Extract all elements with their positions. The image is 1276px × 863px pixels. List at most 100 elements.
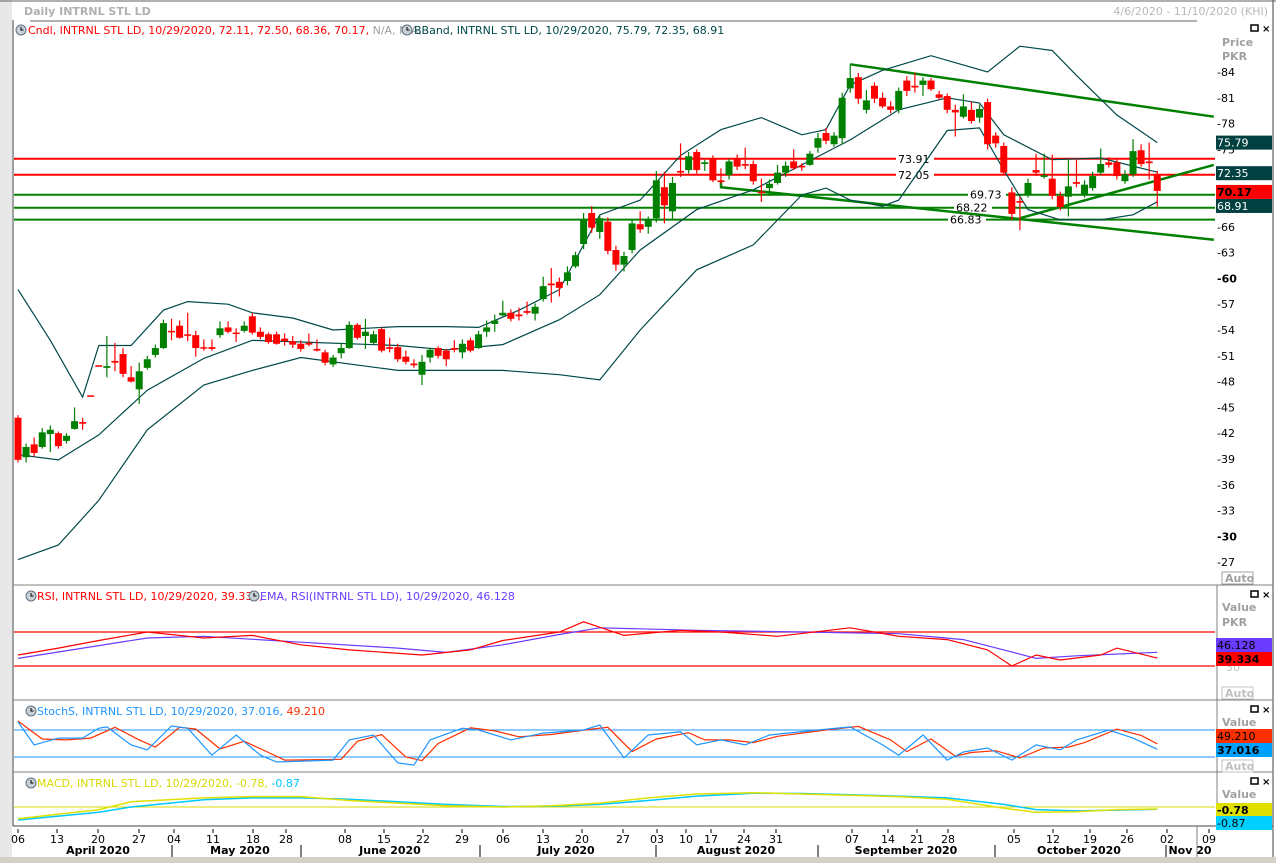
candle-up bbox=[345, 321, 353, 349]
candle-down bbox=[749, 160, 757, 185]
candle-body bbox=[709, 158, 717, 181]
candle-body bbox=[547, 283, 555, 286]
candle-body bbox=[111, 360, 119, 363]
price-tick-label: -36 bbox=[1217, 479, 1235, 492]
x-tick-label: 28 bbox=[279, 833, 293, 846]
close-icon[interactable]: × bbox=[1262, 24, 1270, 35]
candle-body bbox=[539, 286, 547, 300]
candle-body bbox=[798, 165, 806, 168]
price-tick-label: -66 bbox=[1217, 221, 1235, 234]
candle-up bbox=[895, 87, 903, 114]
candle-body bbox=[588, 213, 596, 228]
macd-legend-text: MACD, INTRNL STL LD, 10/29/2020, -0.78, bbox=[37, 777, 268, 790]
close-icon[interactable]: × bbox=[1262, 590, 1270, 601]
candle-body bbox=[1024, 182, 1032, 195]
candle-body bbox=[127, 377, 135, 382]
candle-body bbox=[636, 224, 644, 230]
candle-body bbox=[733, 158, 741, 167]
price-tick-label: -51 bbox=[1217, 350, 1235, 363]
clock-icon[interactable] bbox=[248, 590, 260, 602]
candle-body bbox=[418, 361, 426, 375]
candle-body bbox=[782, 165, 790, 173]
x-tick-label: 10 bbox=[679, 833, 693, 846]
candle-body bbox=[143, 359, 151, 368]
candle-body bbox=[693, 151, 701, 171]
candle-body bbox=[757, 191, 765, 194]
candle-body bbox=[103, 366, 111, 368]
candle-body bbox=[321, 352, 329, 363]
price-tick-label: -27 bbox=[1217, 556, 1235, 569]
price-tick-label: -78 bbox=[1217, 118, 1235, 131]
candle-body bbox=[644, 219, 652, 227]
candle-body bbox=[830, 135, 838, 145]
candle-down bbox=[95, 365, 103, 367]
candle-body bbox=[475, 334, 483, 349]
stoch-auto-button[interactable]: Auto bbox=[1221, 759, 1255, 773]
candle-body bbox=[660, 187, 668, 206]
candle-body bbox=[685, 156, 693, 171]
candle-body bbox=[765, 183, 773, 189]
candle-body bbox=[54, 433, 62, 447]
candle-body bbox=[353, 324, 361, 338]
x-tick-label: 04 bbox=[167, 833, 181, 846]
value-tag-stoch-k: 37.016 bbox=[1217, 744, 1260, 757]
clock-icon[interactable] bbox=[25, 705, 37, 717]
candle-body bbox=[870, 85, 878, 99]
candle-body bbox=[879, 97, 887, 107]
candle-body bbox=[1129, 151, 1137, 175]
candle-body bbox=[903, 80, 911, 91]
candle-body bbox=[337, 348, 345, 354]
candle-body bbox=[38, 432, 46, 447]
clock-icon[interactable] bbox=[25, 777, 37, 789]
x-month-label: Nov 20 bbox=[1168, 844, 1211, 857]
candle-body bbox=[273, 334, 281, 344]
candle-body bbox=[790, 161, 798, 169]
price-tick-label: -30 bbox=[1217, 530, 1237, 543]
auto-label: Auto bbox=[1225, 687, 1255, 700]
price-auto-button[interactable]: Auto bbox=[1221, 571, 1255, 585]
price-tick-label: -63 bbox=[1217, 247, 1235, 260]
candle-body bbox=[289, 341, 297, 345]
candle-body bbox=[1032, 170, 1040, 173]
candle-body bbox=[426, 349, 434, 358]
candle-body bbox=[224, 327, 232, 332]
candle-body bbox=[717, 180, 725, 183]
candle-body bbox=[563, 272, 571, 281]
rsi-auto-button[interactable]: Auto bbox=[1221, 686, 1255, 700]
candle-body bbox=[264, 334, 272, 343]
candle-body bbox=[943, 96, 951, 110]
candle-body bbox=[596, 218, 604, 232]
macd-legend: MACD, INTRNL STL LD, 10/29/2020, -0.78, … bbox=[25, 777, 300, 790]
clock-icon[interactable] bbox=[401, 24, 413, 36]
candle-body bbox=[927, 80, 935, 90]
close-icon[interactable]: × bbox=[1262, 777, 1270, 788]
candle-body bbox=[911, 85, 919, 88]
candle-body bbox=[1072, 182, 1080, 184]
candle-body bbox=[466, 340, 474, 351]
candle-body bbox=[168, 330, 176, 333]
candle-up bbox=[159, 319, 167, 349]
candle-body bbox=[628, 223, 636, 251]
price-tick-label: -33 bbox=[1217, 505, 1235, 518]
candle-body bbox=[992, 135, 1000, 144]
background bbox=[0, 0, 1276, 863]
stoch-k-legend: StochS, INTRNL STL LD, 10/29/2020, 37.01… bbox=[37, 705, 283, 718]
candle-body bbox=[305, 342, 313, 345]
close-icon[interactable]: × bbox=[1262, 705, 1270, 716]
clock-icon[interactable] bbox=[25, 590, 37, 602]
candle-body bbox=[951, 109, 959, 113]
candle-body bbox=[184, 334, 192, 336]
value-tag-rsi-ema: 46.128 bbox=[1217, 639, 1256, 652]
price-tick-label: -48 bbox=[1217, 376, 1235, 389]
candle-body bbox=[895, 90, 903, 110]
candle-down bbox=[709, 155, 717, 183]
clock-icon[interactable] bbox=[15, 24, 27, 36]
candle-body bbox=[919, 80, 927, 85]
x-tick-label: 13 bbox=[50, 833, 64, 846]
candle-body bbox=[1081, 184, 1089, 195]
left-frame bbox=[0, 0, 12, 863]
value-tag-rsi: 39.334 bbox=[1217, 653, 1260, 666]
candle-body bbox=[442, 350, 450, 360]
candle-body bbox=[854, 77, 862, 99]
x-tick-label: 03 bbox=[650, 833, 664, 846]
